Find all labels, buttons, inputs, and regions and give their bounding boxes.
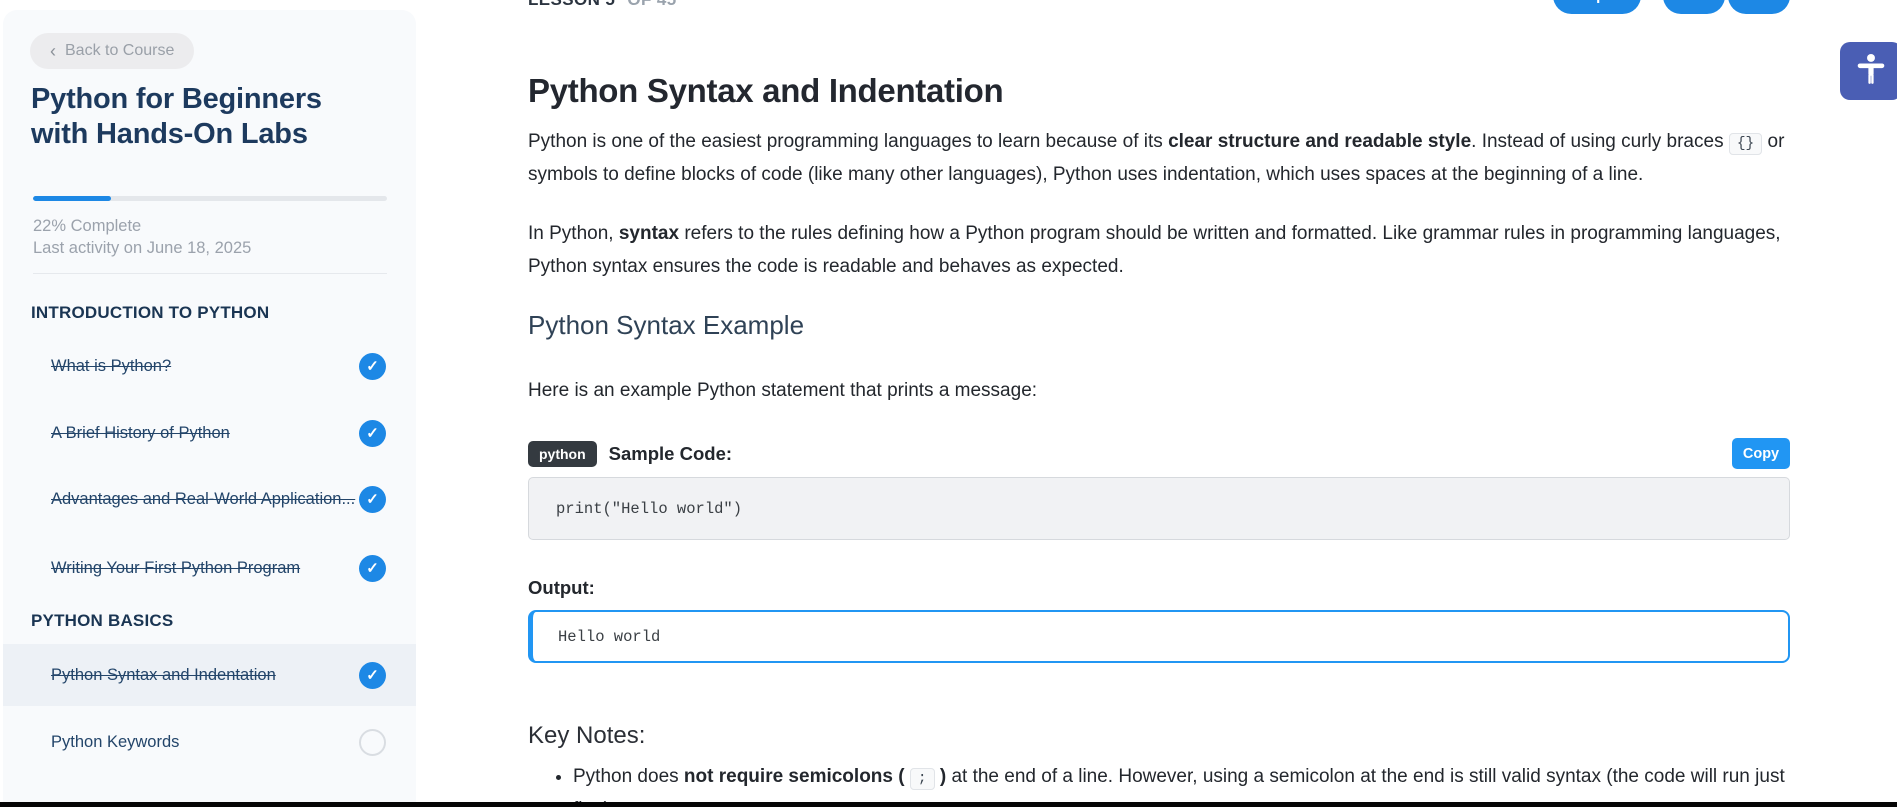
lesson-label: Writing Your First Python Program [51, 558, 301, 577]
section-header-introduction: INTRODUCTION TO PYTHON [31, 303, 270, 322]
back-to-course-button[interactable]: ‹ Back to Course [30, 33, 195, 69]
sample-code-text: print("Hello world") [556, 499, 743, 518]
chevron-left-icon: ‹ [1691, 0, 1698, 7]
incomplete-circle-icon [359, 728, 386, 756]
back-chevron-icon: ‹ [50, 41, 56, 61]
text-segment: In Python, [528, 223, 619, 244]
bold-text-segment: syntax [618, 223, 680, 244]
output-label: Output: [528, 577, 595, 598]
next-lesson-button[interactable]: › [1728, 0, 1790, 14]
sidebar-item-what-is-python[interactable]: What is Python? ✓ [3, 344, 416, 388]
output-box: Hello world [528, 610, 1790, 663]
progress-percent-label: 22% Complete [33, 217, 142, 235]
lesson-label: A Brief History of Python [51, 423, 230, 442]
text-segment: Python does [573, 766, 684, 787]
chevron-right-icon: › [1756, 0, 1763, 7]
inline-code-semicolon: ; [909, 768, 935, 790]
lesson-label: Advantages and Real-World Application... [51, 489, 356, 508]
bold-text-segment: not require semicolons ( [683, 766, 905, 787]
text-segment: Python is one of the easiest programming… [528, 131, 1169, 152]
lesson-label: What is Python? [51, 356, 172, 375]
output-text: Hello world [558, 627, 661, 646]
key-notes-heading: Key Notes: [528, 722, 646, 749]
previous-lesson-button[interactable]: ‹ [1663, 0, 1725, 14]
course-sidebar: ‹ Back to Course Python for Beginners wi… [3, 10, 416, 807]
sidebar-item-python-keywords[interactable]: Python Keywords [3, 711, 416, 773]
course-title: Python for Beginners with Hands-On Labs [31, 83, 322, 151]
text-segment: . Instead of using curly braces [1471, 131, 1729, 152]
key-note-item: Python does not require semicolons ( ; )… [573, 760, 1790, 807]
code-block-header: python Sample Code: Copy [528, 437, 1790, 470]
section-header-python-basics: PYTHON BASICS [31, 611, 174, 630]
lesson-total: OF 45 [627, 0, 676, 9]
language-badge: python [528, 440, 597, 467]
progress-fill [33, 196, 111, 201]
completed-check-icon: ✓ [359, 661, 386, 689]
example-section-heading: Python Syntax Example [528, 310, 805, 340]
page: ‹ Back to Course Python for Beginners wi… [0, 0, 1897, 807]
accessibility-person-icon [1852, 51, 1890, 92]
sidebar-divider [33, 273, 387, 274]
copy-code-button[interactable]: Copy [1732, 438, 1790, 469]
inline-code-braces: {} [1728, 133, 1763, 155]
complete-button[interactable]: Complete [1553, 0, 1641, 14]
sidebar-item-brief-history[interactable]: A Brief History of Python ✓ [3, 411, 416, 455]
lesson-paragraph-1: Python is one of the easiest programming… [528, 126, 1790, 191]
lesson-label: Python Keywords [51, 732, 180, 751]
sample-code-label: Sample Code: [608, 442, 733, 464]
lesson-label: Python Syntax and Indentation [51, 665, 276, 684]
last-activity-label: Last activity on June 18, 2025 [33, 239, 252, 257]
completed-check-icon: ✓ [359, 485, 386, 513]
sidebar-item-syntax-indentation-active[interactable]: Python Syntax and Indentation ✓ [3, 644, 416, 706]
bottom-edge-bar [0, 802, 1897, 807]
sidebar-item-advantages[interactable]: Advantages and Real-World Application...… [3, 477, 416, 521]
lesson-title: Python Syntax and Indentation [528, 72, 1004, 109]
key-notes-list: Python does not require semicolons ( ; )… [553, 760, 1790, 807]
text-segment: refers to the rules defining how a Pytho… [528, 223, 1781, 277]
completed-check-icon: ✓ [359, 352, 386, 380]
lesson-progress-eyebrow: LESSON 5 OF 45 [528, 0, 677, 10]
bold-text-segment: clear structure and readable style [1168, 131, 1472, 152]
completed-check-icon: ✓ [359, 419, 386, 447]
example-intro-text: Here is an example Python statement that… [528, 380, 1038, 401]
sidebar-item-first-program[interactable]: Writing Your First Python Program ✓ [3, 546, 416, 590]
back-to-course-label: Back to Course [65, 42, 175, 59]
lesson-paragraph-2: In Python, syntax refers to the rules de… [528, 218, 1790, 283]
accessibility-widget-button[interactable] [1840, 42, 1897, 100]
completed-check-icon: ✓ [359, 554, 386, 582]
lesson-number: LESSON 5 [528, 0, 615, 9]
course-progress-bar [33, 196, 387, 201]
sample-code-block: print("Hello world") [528, 477, 1790, 540]
